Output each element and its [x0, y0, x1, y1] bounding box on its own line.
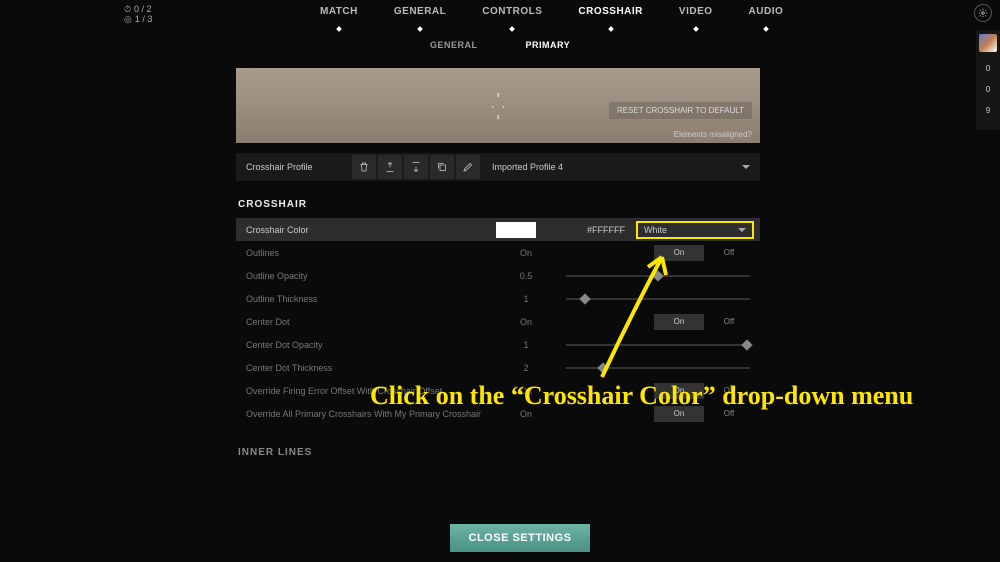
export-profile-button[interactable] — [378, 155, 402, 179]
pencil-icon — [462, 161, 474, 173]
override-firing-error-row: Override Firing Error Offset With Crossh… — [236, 379, 760, 402]
right-sidebar: 0 0 9 — [976, 30, 1000, 130]
color-hex: #FFFFFF — [576, 225, 636, 235]
trash-icon — [358, 161, 370, 173]
misaligned-link[interactable]: Elements misaligned? — [674, 130, 752, 139]
outline-opacity-slider[interactable] — [566, 275, 750, 277]
sidebar-val-1: 0 — [986, 64, 990, 73]
delete-profile-button[interactable] — [352, 155, 376, 179]
profile-label: Crosshair Profile — [236, 162, 352, 172]
center-dot-toggle[interactable]: OnOff — [654, 314, 754, 330]
reset-crosshair-button[interactable]: RESET CROSSHAIR TO DEFAULT — [609, 102, 752, 119]
subtab-primary[interactable]: PRIMARY — [526, 40, 571, 50]
center-dot-thickness-slider[interactable] — [566, 367, 750, 369]
settings-panel: · · RESET CROSSHAIR TO DEFAULT Elements … — [236, 68, 760, 466]
override-firing-error-toggle[interactable]: OnOff — [654, 383, 754, 399]
match-score: ⏱ 0 / 2 ◎ 1 / 3 — [124, 4, 152, 24]
settings-gear-button[interactable] — [974, 4, 992, 22]
tab-match[interactable]: MATCH — [320, 6, 358, 23]
sidebar-val-3: 9 — [986, 106, 990, 115]
edit-profile-button[interactable] — [456, 155, 480, 179]
tab-general[interactable]: GENERAL — [394, 6, 446, 23]
outlines-row: Outlines On OnOff — [236, 241, 760, 264]
tab-controls[interactable]: CONTROLS — [482, 6, 542, 23]
chevron-down-icon — [738, 228, 746, 232]
center-dot-row: Center Dot On OnOff — [236, 310, 760, 333]
outline-thickness-row: Outline Thickness 1 — [236, 287, 760, 310]
crosshair-profile-row: Crosshair Profile Imported Profile 4 — [236, 153, 760, 181]
section-inner-lines-title: INNER LINES — [236, 447, 760, 458]
import-icon — [410, 161, 422, 173]
sidebar-val-2: 0 — [986, 85, 990, 94]
tab-crosshair[interactable]: CROSSHAIR — [578, 6, 643, 23]
subtab-general[interactable]: GENERAL — [430, 40, 478, 50]
main-nav: MATCH GENERAL CONTROLS CROSSHAIR VIDEO A… — [320, 6, 783, 23]
override-all-toggle[interactable]: OnOff — [654, 406, 754, 422]
tab-audio[interactable]: AUDIO — [749, 6, 784, 23]
import-profile-button[interactable] — [404, 155, 428, 179]
outline-opacity-row: Outline Opacity 0.5 — [236, 264, 760, 287]
chevron-down-icon — [742, 165, 750, 169]
override-all-row: Override All Primary Crosshairs With My … — [236, 402, 760, 425]
avatar[interactable] — [979, 34, 997, 52]
gear-icon — [978, 8, 988, 18]
crosshair-color-row: Crosshair Color #FFFFFF White — [236, 218, 760, 241]
outlines-toggle[interactable]: OnOff — [654, 245, 754, 261]
tab-video[interactable]: VIDEO — [679, 6, 713, 23]
crosshair-icon: · · — [491, 99, 506, 113]
top-bar: ⏱ 0 / 2 ◎ 1 / 3 MATCH GENERAL CONTROLS C… — [0, 0, 1000, 26]
duplicate-profile-button[interactable] — [430, 155, 454, 179]
color-swatch[interactable] — [496, 222, 536, 238]
center-dot-thickness-row: Center Dot Thickness 2 — [236, 356, 760, 379]
section-crosshair-title: CROSSHAIR — [236, 199, 760, 210]
close-settings-button[interactable]: CLOSE SETTINGS — [450, 524, 590, 552]
copy-icon — [436, 161, 448, 173]
center-dot-opacity-slider[interactable] — [566, 344, 750, 346]
center-dot-opacity-row: Center Dot Opacity 1 — [236, 333, 760, 356]
outline-thickness-slider[interactable] — [566, 298, 750, 300]
sub-nav: GENERAL PRIMARY — [430, 40, 570, 50]
profile-select[interactable]: Imported Profile 4 — [482, 162, 760, 172]
crosshair-color-dropdown[interactable]: White — [636, 221, 754, 239]
crosshair-color-label: Crosshair Color — [236, 225, 496, 235]
export-icon — [384, 161, 396, 173]
crosshair-preview-area: · · RESET CROSSHAIR TO DEFAULT Elements … — [236, 68, 760, 143]
